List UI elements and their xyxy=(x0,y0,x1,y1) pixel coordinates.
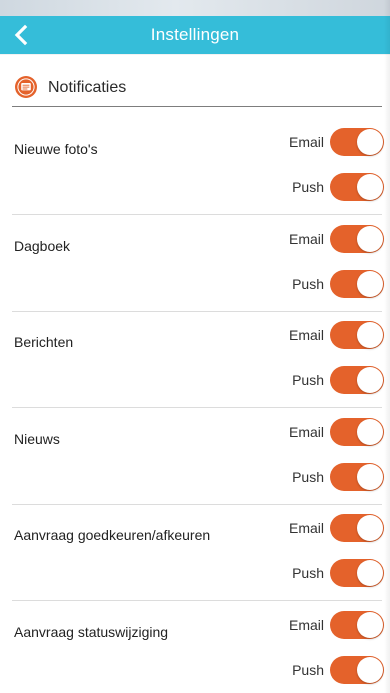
notification-toggle-switch[interactable] xyxy=(330,559,384,587)
notification-option-row: Push xyxy=(190,269,390,299)
notification-option-label: Push xyxy=(292,276,324,292)
notification-option-row: Email xyxy=(190,224,390,254)
notification-group-label: Aanvraag goedkeuren/afkeuren xyxy=(14,527,211,543)
toggle-knob xyxy=(357,657,383,683)
group-divider xyxy=(12,214,382,215)
edge-shadow xyxy=(384,0,390,693)
notification-option-label: Email xyxy=(288,617,324,633)
notification-option-label: Email xyxy=(288,327,324,343)
notification-toggle-switch[interactable] xyxy=(330,463,384,491)
notification-group: Nieuws Email Push xyxy=(0,410,390,506)
page-title: Instellingen xyxy=(150,25,240,44)
toggle-knob xyxy=(357,419,383,445)
notification-group-label: Nieuws xyxy=(14,431,60,447)
notification-group: Aanvraag goedkeuren/afkeuren Email Push xyxy=(0,506,390,602)
notification-toggle-switch[interactable] xyxy=(330,366,384,394)
notification-option-label: Email xyxy=(288,520,324,536)
notification-group-label: Dagboek xyxy=(14,238,71,254)
notification-option-row: Push xyxy=(190,172,390,202)
toggle-knob xyxy=(357,129,383,155)
notification-group-label: Berichten xyxy=(14,334,74,350)
toggle-knob xyxy=(357,322,383,348)
notification-group-label: Aanvraag statuswijziging xyxy=(14,624,169,640)
settings-screen: Instellingen Notificaties Nieuwe foto's E… xyxy=(0,0,390,693)
message-icon xyxy=(15,76,37,98)
notification-toggle-switch[interactable] xyxy=(330,173,384,201)
notification-option-label: Email xyxy=(288,134,324,150)
notification-option-row: Push xyxy=(190,365,390,395)
group-divider xyxy=(12,311,382,312)
notification-group: Berichten Email Push xyxy=(0,313,390,409)
notification-option-row: Push xyxy=(190,462,390,492)
group-divider xyxy=(12,600,382,601)
notification-toggle-switch[interactable] xyxy=(330,514,384,542)
toggle-knob xyxy=(357,515,383,541)
notification-option-row: Email xyxy=(190,610,390,640)
section-title: Notificaties xyxy=(48,79,127,96)
notification-option-label: Push xyxy=(292,662,324,678)
toggle-knob xyxy=(357,464,383,490)
toggle-knob xyxy=(357,612,383,638)
status-bar xyxy=(0,0,390,16)
toggle-knob xyxy=(357,271,383,297)
toggle-knob xyxy=(357,560,383,586)
notification-group: Nieuwe foto's Email Push xyxy=(0,120,390,216)
section-divider xyxy=(12,106,382,107)
notification-toggle-switch[interactable] xyxy=(330,656,384,684)
notification-option-row: Email xyxy=(190,513,390,543)
notification-toggle-switch[interactable] xyxy=(330,225,384,253)
notification-option-row: Email xyxy=(190,417,390,447)
notification-option-label: Email xyxy=(288,424,324,440)
notification-option-label: Email xyxy=(288,231,324,247)
notification-option-row: Email xyxy=(190,127,390,157)
notification-option-row: Push xyxy=(190,558,390,588)
notification-toggle-switch[interactable] xyxy=(330,270,384,298)
notification-option-label: Push xyxy=(292,565,324,581)
toggle-knob xyxy=(357,226,383,252)
notification-option-label: Push xyxy=(292,179,324,195)
notification-option-label: Push xyxy=(292,372,324,388)
notifications-section-header: Notificaties xyxy=(0,72,390,108)
group-divider xyxy=(12,504,382,505)
toggle-knob xyxy=(357,174,383,200)
notification-group: Dagboek Email Push xyxy=(0,217,390,313)
toggle-knob xyxy=(357,367,383,393)
notification-option-row: Email xyxy=(190,320,390,350)
notification-option-label: Push xyxy=(292,469,324,485)
notification-toggle-switch[interactable] xyxy=(330,418,384,446)
notification-toggle-switch[interactable] xyxy=(330,128,384,156)
notification-toggle-switch[interactable] xyxy=(330,321,384,349)
notification-option-row: Push xyxy=(190,655,390,685)
app-header: Instellingen xyxy=(0,16,390,54)
group-divider xyxy=(12,407,382,408)
notification-group-label: Nieuwe foto's xyxy=(14,141,98,157)
notification-group: Aanvraag statuswijziging Email Push xyxy=(0,603,390,693)
notification-toggle-switch[interactable] xyxy=(330,611,384,639)
